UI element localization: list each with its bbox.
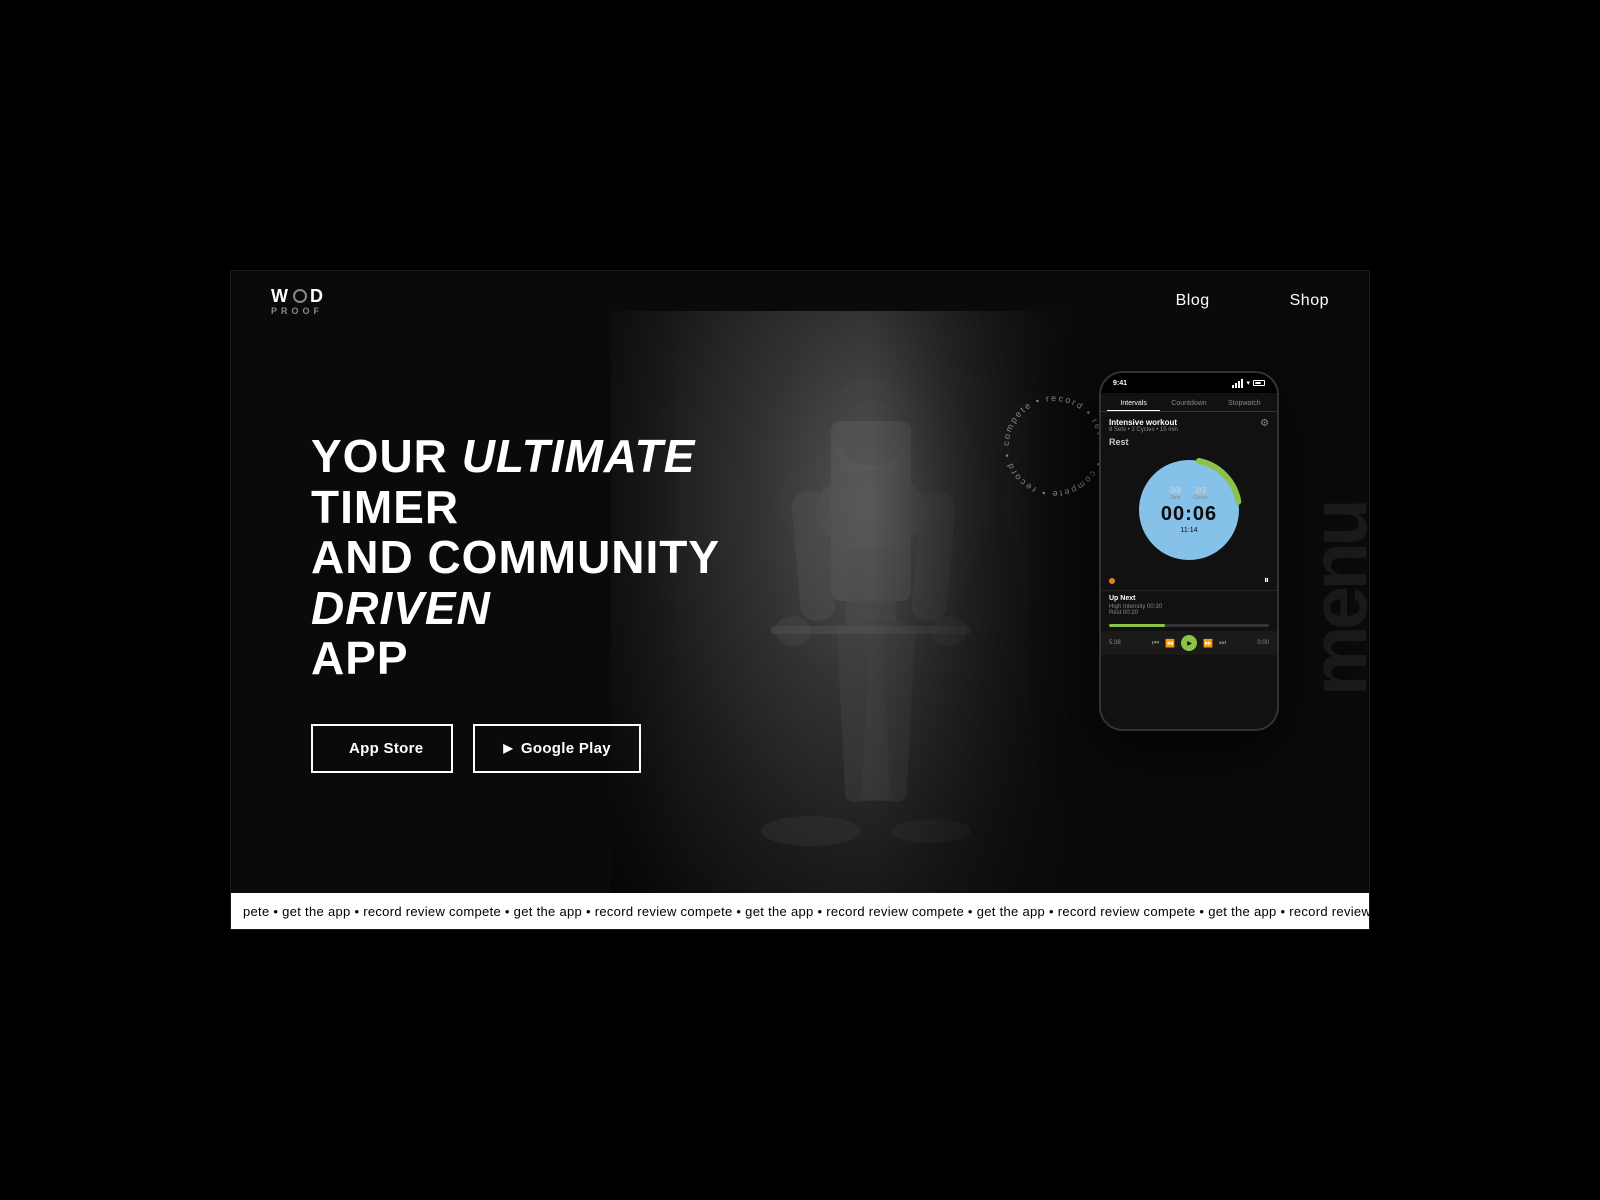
mini-time-left: 5:38 [1109, 640, 1121, 646]
logo-subtitle: PROOF [271, 307, 325, 316]
play-button[interactable] [1181, 635, 1197, 651]
tab-intervals[interactable]: Intervals [1107, 397, 1160, 411]
timer-container: 3/8 Sets 3/3 Cycles 00:06 11:14 [1101, 449, 1277, 571]
ticker-text-1: pete • get the app • record review compe… [231, 904, 1369, 919]
header: W D PROOF Blog Shop [231, 271, 1369, 331]
next-button[interactable]: ⏭ [1219, 638, 1226, 648]
mini-time-right: 0:00 [1257, 640, 1269, 646]
signal-bar-1 [1232, 385, 1234, 388]
logo: W D PROOF [271, 287, 325, 316]
signal-bar-3 [1238, 381, 1240, 388]
cycles-stat: 3/3 Cycles [1193, 486, 1208, 501]
ticker-wrapper: pete • get the app • record review compe… [231, 893, 1369, 929]
phase-dot-orange [1109, 578, 1115, 584]
googleplay-button[interactable]: ▶ Google Play [473, 724, 641, 773]
skip-back-button[interactable]: ⏪ [1165, 639, 1175, 648]
phone-status-icons: ▾ [1232, 379, 1265, 388]
sets-label: Sets [1170, 495, 1181, 501]
hero-title-italic1: ULTIMATE [462, 430, 696, 482]
phase-controls: ⏸ [1101, 571, 1277, 590]
timer-sub: 11:14 [1161, 527, 1217, 534]
timer-circle: 3/8 Sets 3/3 Cycles 00:06 11:14 [1134, 455, 1244, 565]
hero-title-line2: AND COMMUNITY DRIVEN [311, 531, 719, 634]
cycles-label: Cycles [1193, 495, 1208, 501]
workout-meta: 8 Sets • 2 Cycles • 15 min [1109, 427, 1178, 433]
timer-display: 00:06 [1161, 503, 1217, 526]
mini-controls: ⏮ ⏪ ⏩ ⏭ [1152, 635, 1226, 651]
timer-inner: 3/8 Sets 3/3 Cycles 00:06 11:14 [1161, 486, 1217, 534]
main-nav: Blog Shop [1176, 292, 1329, 310]
phone-time: 9:41 [1113, 380, 1127, 387]
menu-text: menu [1309, 503, 1369, 696]
tab-countdown[interactable]: Countdown [1162, 397, 1215, 411]
sets-value: 3/8 [1170, 486, 1181, 495]
logo-w: W [271, 287, 290, 305]
settings-icon[interactable]: ⚙ [1260, 418, 1269, 429]
nav-shop[interactable]: Shop [1290, 292, 1329, 310]
circular-text-decoration: compete • record • review • compete • re… [989, 381, 1109, 501]
cta-buttons: App Store ▶ Google Play [311, 724, 731, 773]
page-wrapper: W D PROOF Blog Shop [230, 270, 1370, 930]
battery-fill [1255, 382, 1261, 384]
hero-title-line3: APP [311, 632, 409, 684]
pause-button[interactable]: ⏸ [1264, 575, 1269, 586]
prev-button[interactable]: ⏮ [1152, 638, 1159, 648]
phone-mockup: 9:41 ▾ Intervals Countdown Stopwatch [1099, 371, 1279, 731]
up-next-item-2: Rest 00:20 [1109, 610, 1269, 616]
googleplay-label: Google Play [521, 740, 611, 757]
logo-circle-icon [293, 289, 307, 303]
logo-top: W D [271, 287, 325, 305]
up-next-title: Up Next [1109, 595, 1269, 602]
nav-blog[interactable]: Blog [1176, 292, 1210, 310]
progress-fill [1109, 624, 1165, 627]
signal-icon [1232, 379, 1243, 388]
wifi-icon: ▾ [1246, 379, 1250, 387]
timer-stats-row: 3/8 Sets 3/3 Cycles [1161, 486, 1217, 501]
up-next-section: Up Next High Intensity 00:30 Rest 00:20 [1101, 590, 1277, 620]
hero-title-italic2: DRIVEN [311, 582, 491, 634]
progress-bar [1109, 624, 1269, 627]
phase-label: Rest [1101, 435, 1277, 449]
circular-text-content: compete • record • review • compete • re… [1001, 393, 1107, 499]
phone-status-bar: 9:41 ▾ [1101, 373, 1277, 393]
appstore-label: App Store [349, 740, 423, 757]
signal-bar-2 [1235, 383, 1237, 388]
hero-title: YOUR ULTIMATE TIMER AND COMMUNITY DRIVEN… [311, 431, 731, 684]
play-icon: ▶ [503, 741, 513, 755]
cycles-value: 3/3 [1193, 486, 1208, 495]
skip-forward-button[interactable]: ⏩ [1203, 639, 1213, 648]
mini-player: 5:38 ⏮ ⏪ ⏩ ⏭ 0:00 [1101, 631, 1277, 655]
workout-title: Intensive workout [1109, 418, 1178, 427]
hero-title-line1: YOUR ULTIMATE TIMER [311, 430, 695, 533]
app-tabs: Intervals Countdown Stopwatch [1101, 393, 1277, 412]
sets-stat: 3/8 Sets [1170, 486, 1181, 501]
workout-header: Intensive workout 8 Sets • 2 Cycles • 15… [1101, 412, 1277, 435]
menu-vertical-text: menu [1309, 271, 1369, 929]
phone-screen: Intervals Countdown Stopwatch Intensive … [1101, 393, 1277, 729]
battery-icon [1253, 380, 1265, 386]
appstore-button[interactable]: App Store [311, 724, 453, 773]
logo-d: D [310, 287, 325, 305]
hero-content: YOUR ULTIMATE TIMER AND COMMUNITY DRIVEN… [311, 431, 731, 773]
ticker-track: pete • get the app • record review compe… [231, 904, 1369, 919]
workout-info: Intensive workout 8 Sets • 2 Cycles • 15… [1109, 418, 1178, 433]
signal-bar-4 [1241, 379, 1243, 388]
tab-stopwatch[interactable]: Stopwatch [1218, 397, 1271, 411]
